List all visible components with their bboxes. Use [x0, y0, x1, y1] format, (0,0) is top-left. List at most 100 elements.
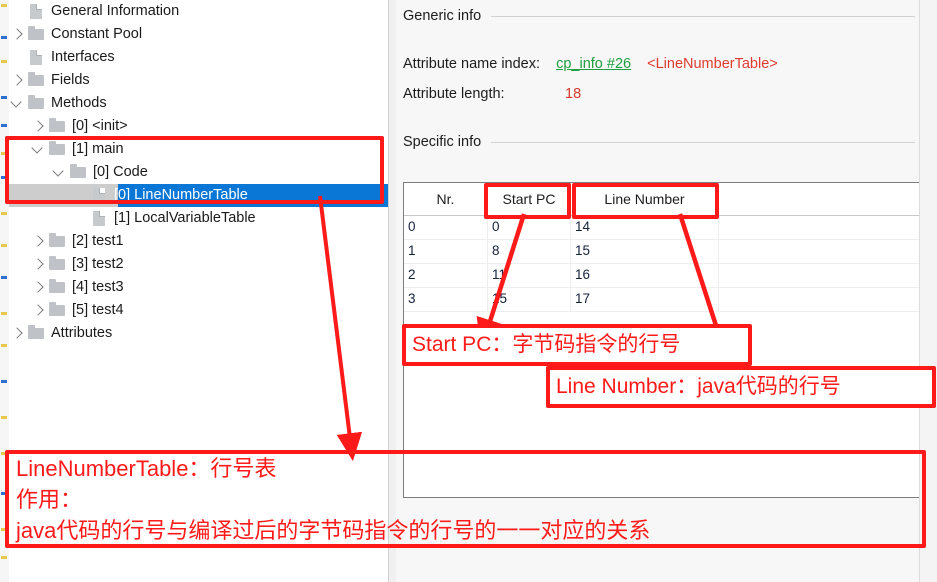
tree-item-label: [1] main — [72, 141, 124, 157]
folder-icon — [27, 322, 47, 345]
chevron-right-icon[interactable] — [9, 23, 27, 46]
file-icon — [90, 207, 110, 230]
table-row[interactable]: 3 15 17 — [404, 287, 923, 312]
table-row[interactable]: 0 0 14 — [404, 215, 923, 240]
tree-item-label: [4] test3 — [72, 279, 124, 295]
line-number-table[interactable]: Nr. Start PC Line Number 0 0 14 1 8 15 2 11 16 3 15 1… — [403, 182, 924, 498]
table-cell: 15 — [488, 287, 571, 311]
chevron-right-icon[interactable] — [30, 115, 48, 138]
tree-item-fields[interactable]: Fields — [9, 69, 90, 92]
folder-icon — [48, 299, 68, 322]
table-cell: 0 — [404, 215, 488, 239]
generic-info-label: Generic info — [403, 8, 482, 24]
tree-item-3-test2[interactable]: [3] test2 — [30, 253, 124, 276]
gutter-mark — [1, 152, 7, 155]
tree-item-5-test4[interactable]: [5] test4 — [30, 299, 124, 322]
gutter-mark — [1, 96, 7, 99]
gutter-mark — [1, 176, 7, 179]
tree-item-0-code[interactable]: [0] Code — [51, 161, 148, 184]
folder-icon — [48, 138, 68, 161]
gutter-mark — [1, 528, 7, 531]
folder-icon — [27, 23, 47, 46]
section-divider — [491, 141, 915, 143]
chevron-right-icon[interactable] — [30, 253, 48, 276]
specific-info-label: Specific info — [403, 134, 482, 150]
table-cell: 2 — [404, 263, 488, 287]
chevron-right-icon[interactable] — [30, 299, 48, 322]
attribute-name-index-value: <LineNumberTable> — [647, 56, 778, 72]
tree-item-label: Attributes — [51, 325, 113, 341]
file-icon — [27, 46, 47, 69]
gutter-mark — [1, 344, 7, 347]
gutter-mark — [1, 312, 7, 315]
column-header-nr[interactable]: Nr. — [404, 183, 488, 215]
scrollbar-track[interactable] — [925, 0, 933, 582]
tree-item-0-init[interactable]: [0] <init> — [30, 115, 128, 138]
file-icon — [90, 184, 110, 207]
class-structure-tree[interactable]: General Information Constant Pool Interfac… — [9, 0, 388, 582]
table-row[interactable]: 1 8 15 — [404, 239, 923, 264]
screenshot-root: General Information Constant Pool Interfac… — [0, 0, 937, 582]
gutter-mark — [1, 212, 7, 215]
folder-icon — [27, 92, 47, 115]
cp-info-link[interactable]: cp_info #26 — [556, 56, 631, 72]
tree-item-label: Constant Pool — [51, 26, 143, 42]
column-header-line-number[interactable]: Line Number — [571, 183, 719, 215]
tree-item-2-test1[interactable]: [2] test1 — [30, 230, 124, 253]
tree-item-label: [2] test1 — [72, 233, 124, 249]
folder-icon — [69, 161, 89, 184]
column-header-start-pc[interactable]: Start PC — [488, 183, 571, 215]
gutter-mark — [1, 452, 7, 455]
tree-item-4-test3[interactable]: [4] test3 — [30, 276, 124, 299]
tree-item-1-main[interactable]: [1] main — [30, 138, 124, 161]
tree-item-general-information[interactable]: General Information — [9, 0, 179, 23]
generic-info-section-header: Generic info — [403, 8, 915, 24]
table-cell: 17 — [571, 287, 719, 311]
folder-icon — [48, 253, 68, 276]
file-icon — [27, 0, 47, 23]
tree-item-label: [1] LocalVariableTable — [114, 210, 256, 226]
gutter-mark — [1, 380, 7, 383]
vertical-scrollbar[interactable] — [919, 0, 937, 582]
gutter-mark — [1, 124, 7, 127]
attribute-detail-panel: Generic info Attribute name index: cp_in… — [396, 0, 924, 582]
tree-item-label: [0] LineNumberTable — [114, 187, 248, 203]
table-cell: 0 — [488, 215, 571, 239]
gutter-mark — [1, 36, 7, 39]
chevron-down-icon[interactable] — [30, 138, 48, 161]
chevron-right-icon[interactable] — [30, 230, 48, 253]
attribute-length-row: Attribute length: 18 — [403, 86, 581, 102]
tree-item-label: General Information — [51, 3, 180, 19]
tree-item-1-localvariabletable[interactable]: [1] LocalVariableTable — [72, 207, 256, 230]
tree-item-attributes[interactable]: Attributes — [9, 322, 112, 345]
tree-item-interfaces[interactable]: Interfaces — [9, 46, 115, 69]
attribute-name-index-row: Attribute name index: cp_info #26 <LineN… — [403, 56, 778, 72]
chevron-right-icon[interactable] — [9, 69, 27, 92]
tree-item-label: Methods — [51, 95, 107, 111]
section-divider — [491, 15, 915, 17]
tree-item-label: Fields — [51, 72, 90, 88]
table-cell: 11 — [488, 263, 571, 287]
gutter-mark — [1, 276, 7, 279]
chevron-right-icon[interactable] — [9, 322, 27, 345]
folder-icon — [48, 276, 68, 299]
attribute-name-index-label: Attribute name index: — [403, 56, 541, 72]
chevron-right-icon[interactable] — [30, 276, 48, 299]
tree-item-0-linenumbertable[interactable]: [0] LineNumberTable — [72, 184, 248, 207]
tree-item-label: [0] Code — [93, 164, 148, 180]
gutter-mark — [1, 556, 7, 559]
table-header-row: Nr. Start PC Line Number — [404, 183, 923, 216]
tree-item-methods[interactable]: Methods — [9, 92, 107, 115]
table-row[interactable]: 2 11 16 — [404, 263, 923, 288]
specific-info-section-header: Specific info — [403, 134, 915, 150]
chevron-down-icon[interactable] — [9, 92, 27, 115]
folder-icon — [48, 230, 68, 253]
table-cell: 16 — [571, 263, 719, 287]
folder-icon — [48, 115, 68, 138]
gutter-mark — [1, 416, 7, 419]
chevron-down-icon[interactable] — [51, 161, 69, 184]
tree-item-constant-pool[interactable]: Constant Pool — [9, 23, 142, 46]
